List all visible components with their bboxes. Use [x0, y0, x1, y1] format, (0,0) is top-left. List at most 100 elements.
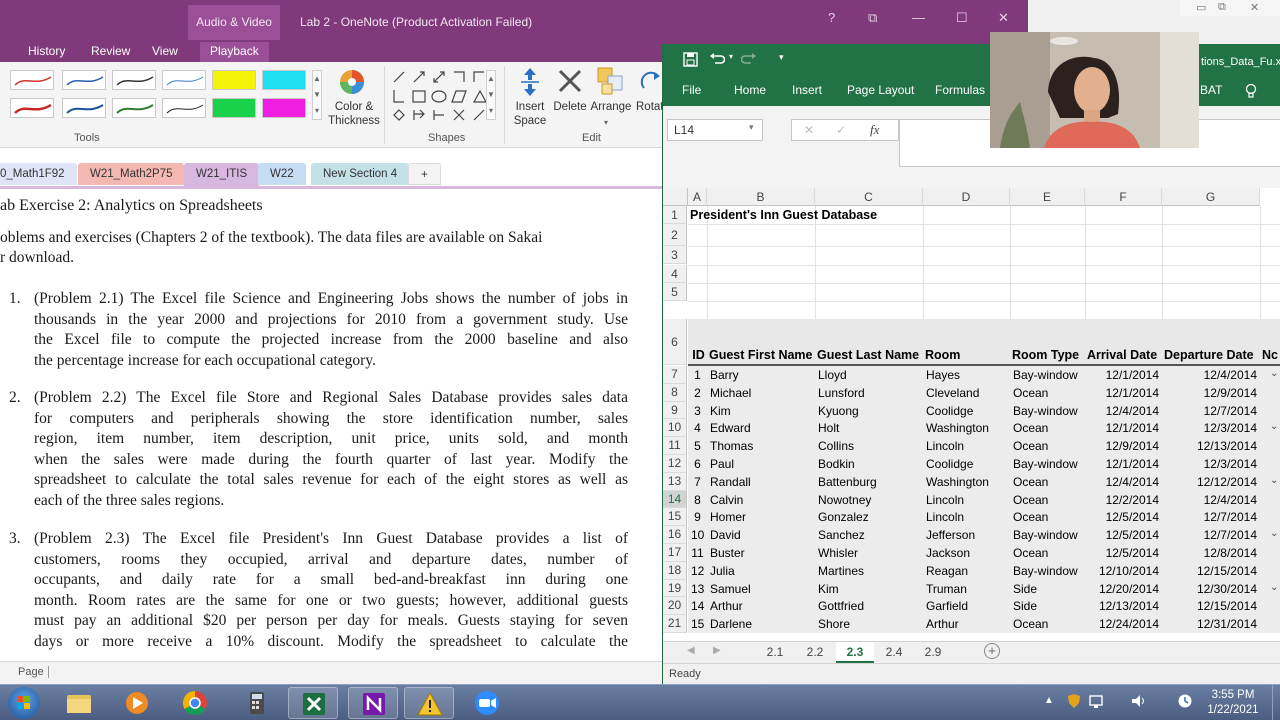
- table-cell[interactable]: Edward: [710, 419, 812, 437]
- save-icon[interactable]: [683, 52, 698, 67]
- table-cell[interactable]: 3: [691, 402, 704, 420]
- table-cell[interactable]: Jackson: [926, 544, 1007, 562]
- minimize-button[interactable]: —: [912, 10, 925, 25]
- insert-space-icon[interactable]: [518, 66, 542, 98]
- sheet-next-icon[interactable]: ▶: [713, 645, 721, 656]
- pen-dark-icon[interactable]: [112, 70, 156, 90]
- table-cell[interactable]: 12/4/2014: [1165, 491, 1257, 509]
- column-title[interactable]: Room Type: [1012, 346, 1085, 364]
- calculator-icon[interactable]: [232, 687, 282, 719]
- column-header[interactable]: G: [1162, 188, 1260, 206]
- chrome-icon[interactable]: [170, 687, 220, 719]
- table-cell[interactable]: Bay-window: [1013, 366, 1082, 384]
- table-cell[interactable]: Ocean: [1013, 491, 1082, 509]
- table-cell[interactable]: 12/15/2014: [1165, 562, 1257, 580]
- sheet-tab[interactable]: 2.2: [796, 642, 834, 663]
- table-cell[interactable]: 12/9/2014: [1088, 437, 1159, 455]
- column-header[interactable]: F: [1085, 188, 1162, 206]
- show-desktop-button[interactable]: [1272, 685, 1280, 720]
- highlighter-cyan-icon[interactable]: [262, 70, 306, 90]
- bg-close-icon[interactable]: ✕: [1250, 1, 1259, 14]
- table-cell[interactable]: Coolidge: [926, 402, 1007, 420]
- table-cell[interactable]: 12/4/2014: [1165, 366, 1257, 384]
- pen-blue-icon[interactable]: [62, 70, 106, 90]
- table-cell[interactable]: Samuel: [710, 580, 812, 598]
- pen-gallery-scroll-icon[interactable]: ▲ ▼ ▾: [312, 70, 322, 120]
- table-cell[interactable]: Bay-window: [1013, 562, 1082, 580]
- table-cell[interactable]: 15: [691, 615, 704, 633]
- bg-restore-icon[interactable]: ⧉: [1218, 1, 1226, 14]
- highlighter-green-icon[interactable]: [212, 98, 256, 118]
- pen-green-icon[interactable]: [112, 98, 156, 118]
- table-cell[interactable]: Collins: [818, 437, 920, 455]
- table-cell[interactable]: 5: [691, 437, 704, 455]
- table-cell[interactable]: 12/1/2014: [1088, 366, 1159, 384]
- sheet-tab[interactable]: 2.4: [875, 642, 913, 663]
- row-header[interactable]: 9: [663, 401, 687, 420]
- clock-date[interactable]: 1/22/2021: [1200, 704, 1266, 716]
- table-cell[interactable]: Washington: [926, 473, 1007, 491]
- undo-dropdown-icon[interactable]: ▾: [729, 52, 733, 61]
- row-header[interactable]: 20: [663, 597, 687, 616]
- row-header[interactable]: 15: [663, 508, 687, 527]
- clock-time[interactable]: 3:55 PM: [1200, 689, 1266, 701]
- table-cell[interactable]: 12/9/2014: [1165, 384, 1257, 402]
- table-cell[interactable]: Shore: [818, 615, 920, 633]
- excel-tab-bat[interactable]: BAT: [1200, 83, 1222, 97]
- table-cell[interactable]: 12/1/2014: [1088, 419, 1159, 437]
- table-cell[interactable]: Bay-window: [1013, 402, 1082, 420]
- pen-red-icon[interactable]: [10, 70, 54, 90]
- table-cell[interactable]: 12/4/2014: [1088, 473, 1159, 491]
- row-header[interactable]: 7: [663, 366, 687, 384]
- column-header[interactable]: E: [1010, 188, 1085, 206]
- table-cell[interactable]: 12/24/2014: [1088, 615, 1159, 633]
- page-canvas[interactable]: ab Exercise 2: Analytics on Spreadsheets…: [0, 189, 662, 661]
- table-cell[interactable]: Paul: [710, 455, 812, 473]
- table-cell[interactable]: Truman: [926, 580, 1007, 598]
- table-cell[interactable]: Michael: [710, 384, 812, 402]
- arrange-icon[interactable]: [596, 66, 626, 96]
- tab-history[interactable]: History: [28, 42, 65, 62]
- select-all-corner[interactable]: [663, 188, 688, 206]
- column-title[interactable]: Guest Last Name: [817, 346, 923, 364]
- tab-view[interactable]: View: [152, 42, 178, 62]
- table-cell[interactable]: Holt: [818, 419, 920, 437]
- table-cell[interactable]: Cleveland: [926, 384, 1007, 402]
- table-cell[interactable]: Barry: [710, 366, 812, 384]
- table-cell[interactable]: 12/13/2014: [1165, 437, 1257, 455]
- table-cell[interactable]: Buster: [710, 544, 812, 562]
- table-cell[interactable]: 12/2/2014: [1088, 491, 1159, 509]
- table-cell[interactable]: 14: [691, 597, 704, 615]
- row-header[interactable]: 6: [663, 319, 687, 365]
- sheet-tab[interactable]: 2.1: [756, 642, 794, 663]
- row-header[interactable]: 10: [663, 419, 687, 438]
- volume-icon[interactable]: [1130, 693, 1148, 709]
- table-cell[interactable]: Ocean: [1013, 419, 1082, 437]
- table-cell[interactable]: 11: [691, 544, 704, 562]
- table-cell[interactable]: 7: [691, 473, 704, 491]
- media-player-icon[interactable]: [112, 687, 162, 719]
- table-cell[interactable]: Gonzalez: [818, 508, 920, 526]
- table-cell[interactable]: 12/12/2014: [1165, 473, 1257, 491]
- table-cell[interactable]: Martines: [818, 562, 920, 580]
- ribbon-display-button[interactable]: ⧉: [868, 10, 877, 26]
- table-cell[interactable]: Coolidge: [926, 455, 1007, 473]
- pen-red-thick-icon[interactable]: [10, 98, 54, 118]
- column-title[interactable]: Room: [925, 346, 1010, 364]
- table-cell[interactable]: Ocean: [1013, 437, 1082, 455]
- excel-tab-page-layout[interactable]: Page Layout: [847, 83, 914, 97]
- table-cell[interactable]: Battenburg: [818, 473, 920, 491]
- table-cell[interactable]: Whisler: [818, 544, 920, 562]
- sheet-title[interactable]: President's Inn Guest Database: [690, 206, 990, 224]
- show-hidden-icons[interactable]: ▲: [1044, 695, 1054, 706]
- table-cell[interactable]: Ocean: [1013, 544, 1082, 562]
- excel-icon[interactable]: [288, 687, 338, 719]
- add-section-button[interactable]: +: [408, 163, 441, 185]
- table-cell[interactable]: Jefferson: [926, 526, 1007, 544]
- insert-function-icon[interactable]: fx: [870, 122, 879, 138]
- sheet-tab[interactable]: 2.3: [836, 642, 874, 663]
- table-cell[interactable]: 10: [691, 526, 704, 544]
- table-cell[interactable]: Arthur: [710, 597, 812, 615]
- table-cell[interactable]: Ocean: [1013, 615, 1082, 633]
- table-cell[interactable]: Lloyd: [818, 366, 920, 384]
